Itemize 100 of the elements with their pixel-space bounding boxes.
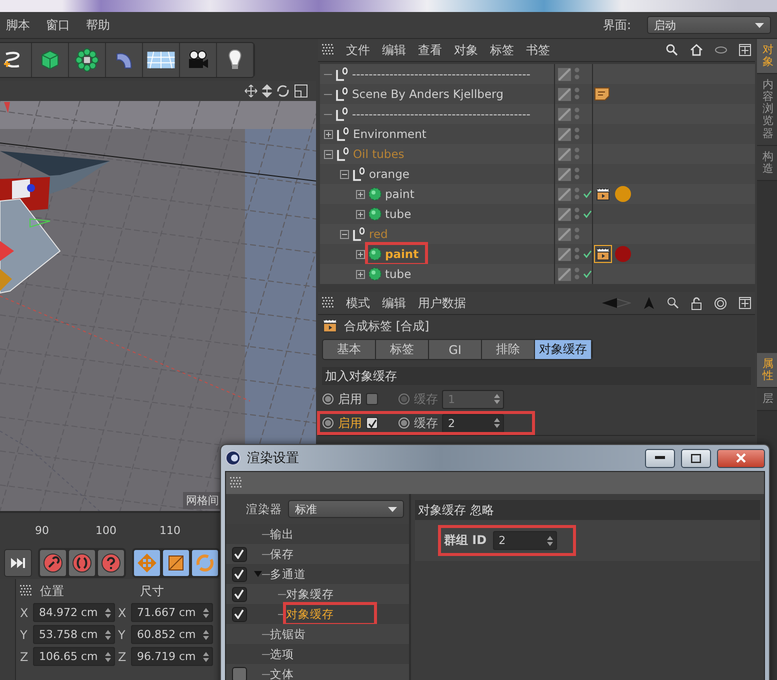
side-tab[interactable]: 属性 [757,352,777,388]
tab[interactable]: 排除 [482,340,535,359]
radio-icon[interactable] [398,417,410,429]
object-name[interactable]: tube [385,207,412,221]
target-icon[interactable] [714,296,727,310]
dots-icon[interactable] [574,267,580,281]
group-id-field[interactable]: 2 [492,531,557,550]
collapse-toggle[interactable] [324,150,333,158]
menu-item[interactable]: 文件 [346,42,370,58]
object-name[interactable]: orange [369,167,410,181]
check-icon[interactable] [583,190,592,198]
rotate-icon[interactable] [276,84,290,98]
lock-icon[interactable] [691,296,702,310]
settings-item[interactable]: 对象缓存 [286,606,334,622]
dots-icon[interactable] [574,247,580,261]
dots-icon[interactable] [574,147,580,161]
expand-toggle[interactable] [356,210,365,218]
radio-icon[interactable] [398,393,410,405]
menu-item[interactable]: 脚本 [6,16,30,34]
rotate-keys-button[interactable] [68,549,96,577]
menu-item[interactable]: 查看 [418,42,442,58]
dots-icon[interactable] [574,187,580,201]
layout-dropdown[interactable]: 启动 [647,16,771,34]
new-panel-icon[interactable] [739,44,751,56]
size-field[interactable]: 96.719 cm [131,647,213,666]
check-icon[interactable] [583,250,592,258]
note-tag-icon[interactable] [594,87,610,101]
settings-item[interactable]: 对象缓存 [286,586,334,602]
side-tab[interactable]: 构造 [757,146,777,181]
rotate-tool-button[interactable] [191,549,219,577]
settings-item[interactable]: 选项 [270,646,294,662]
position-field[interactable]: 106.65 cm [33,647,115,666]
menu-item[interactable]: 书签 [526,42,550,58]
search-icon[interactable] [666,44,678,56]
settings-item[interactable]: 文体 [270,666,294,680]
position-field[interactable]: 84.972 cm [33,603,115,622]
spinner-arrows-icon[interactable] [494,418,500,428]
close-button[interactable] [717,448,765,468]
menu-item[interactable]: 标签 [490,42,514,58]
settings-item[interactable]: 抗锯齿 [270,626,306,642]
key-icon-button[interactable] [39,549,67,577]
object-name[interactable]: paint [385,247,419,261]
maximize-button[interactable] [681,448,711,468]
skip-to-end-button[interactable] [4,549,32,577]
move-icon[interactable] [244,84,258,98]
search-icon[interactable] [667,297,679,309]
minimize-button[interactable] [645,448,675,468]
menu-item[interactable]: 帮助 [86,16,110,34]
menu-item[interactable]: 编辑 [382,294,406,312]
visibility-toggle-icon[interactable] [558,68,571,80]
expand-toggle[interactable] [356,190,365,198]
home-icon[interactable] [690,44,703,56]
expand-toggle[interactable] [356,270,365,278]
menu-item[interactable]: 对象 [454,42,478,58]
tab[interactable]: 对象缓存 [535,340,592,359]
checkbox[interactable] [232,566,246,582]
move-tool-button[interactable] [133,549,161,577]
visibility-toggle-icon[interactable] [558,188,571,200]
side-tab[interactable]: 内容浏览器 [757,74,777,146]
expand-toggle[interactable] [356,250,365,258]
radio-icon[interactable] [322,393,334,405]
object-name[interactable]: paint [385,187,414,201]
visibility-toggle-icon[interactable] [558,108,571,120]
object-name[interactable]: Environment [353,127,426,141]
spinner-arrows-icon[interactable] [203,608,209,618]
eye-icon[interactable] [715,46,727,54]
renderer-dropdown[interactable]: 标准 [288,500,404,518]
tab[interactable]: 标签 [376,340,429,359]
position-field[interactable]: 53.758 cm [33,625,115,644]
check-icon[interactable] [583,210,592,218]
visibility-toggle-icon[interactable] [558,248,571,260]
spinner-arrows-icon[interactable] [546,536,553,546]
tab[interactable]: 基本 [323,340,376,359]
dots-icon[interactable] [574,167,580,181]
maximize-icon[interactable] [294,84,308,98]
checkbox[interactable] [232,546,246,562]
enable-checkbox[interactable] [366,417,378,429]
object-name[interactable]: tube [385,267,412,281]
menu-item[interactable]: 模式 [346,294,370,312]
checkbox[interactable] [232,666,246,680]
dots-icon[interactable] [574,107,580,121]
menu-item[interactable]: 编辑 [382,42,406,58]
spinner-arrows-icon[interactable] [105,630,111,640]
spinner-arrows-icon[interactable] [203,630,209,640]
dots-icon[interactable] [574,127,580,141]
side-tab[interactable]: 层 [757,388,777,412]
back-arrow-icon[interactable] [601,297,631,309]
checkbox[interactable] [232,586,246,602]
visibility-toggle-icon[interactable] [558,148,571,160]
visibility-toggle-icon[interactable] [558,88,571,100]
collapse-toggle[interactable] [340,170,349,178]
collapse-toggle[interactable] [340,230,349,238]
new-panel-icon[interactable] [739,297,751,309]
visibility-toggle-icon[interactable] [558,268,571,280]
grip-icon[interactable] [20,585,32,597]
dots-icon[interactable] [574,87,580,101]
visibility-toggle-icon[interactable] [558,228,571,240]
size-field[interactable]: 60.852 cm [131,625,213,644]
visibility-toggle-icon[interactable] [558,208,571,220]
expand-toggle[interactable] [324,130,333,138]
